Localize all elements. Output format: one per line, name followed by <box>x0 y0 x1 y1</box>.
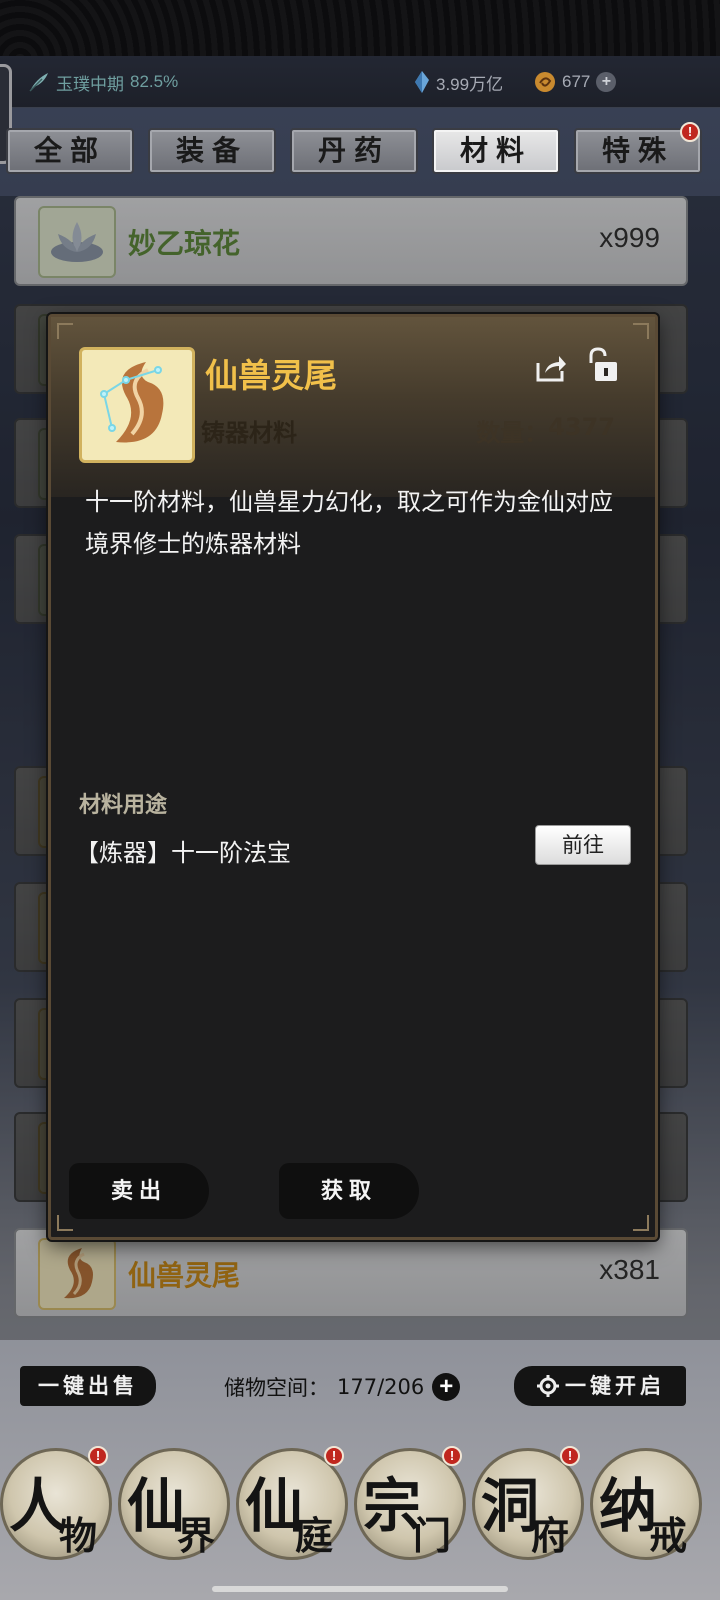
usage-item-label: 【炼器】十一阶法宝 <box>75 839 291 867</box>
top-pattern-band <box>0 0 720 56</box>
item-type: 铸器材料 <box>201 419 297 447</box>
usage-section-title: 材料用途 <box>79 793 168 818</box>
count-label: 数量： <box>476 419 549 447</box>
tab-special-badge: ! <box>680 122 700 142</box>
sell-button[interactable]: 卖出 <box>69 1163 209 1219</box>
share-icon[interactable] <box>535 353 567 383</box>
nav-label-sub: 庭 <box>295 1513 334 1558</box>
corner-ornament <box>57 323 73 339</box>
count-value: 4377 <box>548 413 615 441</box>
nav-immortal-realm[interactable]: 仙 界 <box>118 1448 230 1560</box>
tab-all[interactable]: 全部 <box>6 128 134 174</box>
storage-capacity: 储物空间： 177/206 + <box>224 1372 461 1402</box>
bottom-navigation: 人 物 ! 仙 界 仙 庭 ! 宗 门 ! 洞 府 ! 纳 戒 <box>0 1440 720 1580</box>
home-indicator[interactable] <box>212 1586 508 1592</box>
open-all-button[interactable]: 一键开启 <box>514 1366 686 1406</box>
unlock-icon[interactable] <box>585 347 619 383</box>
storage-value: 177/206 <box>337 1375 425 1399</box>
tab-pills[interactable]: 丹药 <box>290 128 418 174</box>
spirit-stone-counter[interactable]: 3.99万亿 <box>414 70 503 94</box>
coin-amount: 677 <box>562 72 591 91</box>
beast-tail-icon <box>79 347 195 463</box>
nav-label-sub: 物 <box>59 1513 98 1558</box>
nav-character-badge: ! <box>88 1446 108 1466</box>
nav-label-sub: 门 <box>413 1513 452 1558</box>
item-detail-modal: 仙兽灵尾 铸器材料 数量： 4377 十一阶材料，仙兽星力幻化，取之可作为金仙对… <box>48 314 658 1240</box>
tab-equipment[interactable]: 装备 <box>148 128 276 174</box>
nav-cave-badge: ! <box>560 1446 580 1466</box>
realm-indicator[interactable]: 玉璞中期 82.5% <box>28 70 178 94</box>
feather-icon <box>29 73 48 92</box>
nav-label-sub: 府 <box>531 1513 570 1558</box>
realm-name: 玉璞中期 <box>56 74 124 94</box>
tab-materials[interactable]: 材料 <box>432 128 560 174</box>
modal-item-title: 仙兽灵尾 <box>205 356 337 395</box>
nav-label-sub: 戒 <box>649 1513 688 1558</box>
nav-label-sub: 界 <box>177 1513 216 1558</box>
nav-sect-badge: ! <box>442 1446 462 1466</box>
item-count: 数量： 4377 <box>476 413 615 448</box>
goto-button[interactable]: 前往 <box>535 825 631 865</box>
corner-ornament <box>633 1215 649 1231</box>
corner-ornament <box>633 323 649 339</box>
add-coin-button[interactable]: + <box>596 72 617 92</box>
expand-storage-button[interactable]: + <box>432 1373 461 1401</box>
sell-all-button[interactable]: 一键出售 <box>20 1366 156 1406</box>
item-description: 十一阶材料，仙兽星力幻化，取之可作为金仙对应境界修士的炼器材料 <box>85 488 613 558</box>
crystal-icon <box>415 71 429 93</box>
storage-label: 储物空间： <box>224 1376 329 1400</box>
nav-storage-ring[interactable]: 纳 戒 <box>590 1448 702 1560</box>
coin-icon <box>535 72 555 92</box>
open-all-label: 一键开启 <box>565 1373 665 1398</box>
nav-court-badge: ! <box>324 1446 344 1466</box>
spirit-stone-amount: 3.99万亿 <box>436 74 504 94</box>
corner-ornament <box>57 1215 73 1231</box>
realm-progress: 82.5% <box>130 72 179 91</box>
obtain-button[interactable]: 获取 <box>279 1163 419 1219</box>
gear-icon <box>537 1375 559 1397</box>
coin-counter[interactable]: 677 + <box>534 70 617 94</box>
category-tabs: 全部 装备 丹药 材料 特殊 ! <box>6 122 720 176</box>
